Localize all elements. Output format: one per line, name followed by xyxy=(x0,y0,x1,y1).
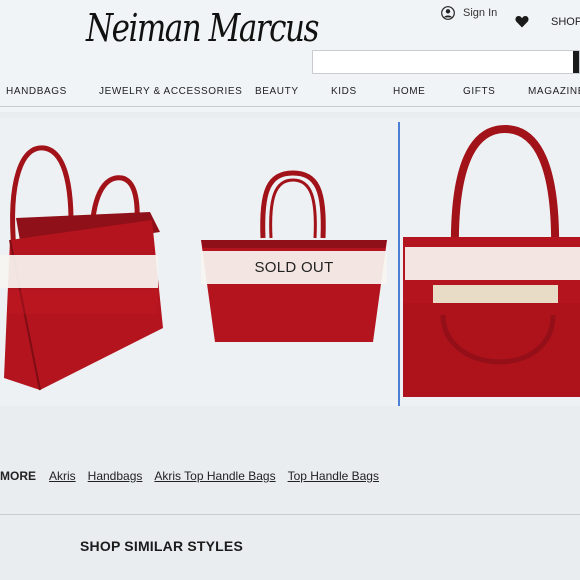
logo[interactable]: Neiman Marcus xyxy=(86,6,319,51)
nav-item-gifts[interactable]: GIFTS xyxy=(463,86,495,97)
breadcrumb-more-label: MORE xyxy=(0,469,36,483)
nav-item-beauty[interactable]: BEAUTY xyxy=(255,86,299,97)
heart-icon[interactable] xyxy=(515,15,529,28)
shopping-bag-link[interactable]: SHOPP xyxy=(551,16,580,28)
sold-out-banner: SOLD OUT xyxy=(201,251,387,284)
search-input[interactable] xyxy=(312,50,580,74)
breadcrumb-link-handbags[interactable]: Handbags xyxy=(88,469,143,483)
main-nav: HANDBAGS JEWELRY & ACCESSORIES BEAUTY KI… xyxy=(0,78,580,106)
nav-item-kids[interactable]: KIDS xyxy=(331,86,357,97)
sold-out-band-right xyxy=(405,247,580,280)
breadcrumb-link-akris[interactable]: Akris xyxy=(49,469,76,483)
shop-similar-heading: SHOP SIMILAR STYLES xyxy=(80,538,244,554)
search-button[interactable] xyxy=(573,51,579,73)
breadcrumb-link-top-handle-bags[interactable]: Top Handle Bags xyxy=(288,469,379,483)
breadcrumb-link-akris-top-handle-bags[interactable]: Akris Top Handle Bags xyxy=(154,469,275,483)
site-header: Neiman Marcus Sign In SHOPP HANDBAGS JEW… xyxy=(0,0,580,112)
sold-out-band-left xyxy=(0,255,158,288)
breadcrumb: MORE Akris Handbags Akris Top Handle Bag… xyxy=(0,466,391,486)
nav-divider xyxy=(0,106,580,107)
sign-in-label: Sign In xyxy=(463,7,498,19)
sold-out-label: SOLD OUT xyxy=(254,259,334,276)
nav-item-handbags[interactable]: HANDBAGS xyxy=(6,86,67,97)
nav-item-magazine[interactable]: MAGAZINE xyxy=(528,86,580,97)
user-icon xyxy=(441,6,455,20)
nav-item-jewelry-accessories[interactable]: JEWELRY & ACCESSORIES xyxy=(99,86,242,97)
sign-in-link[interactable]: Sign In xyxy=(441,6,497,20)
section-divider xyxy=(0,514,580,515)
image-selection-divider xyxy=(398,122,400,406)
nav-item-home[interactable]: HOME xyxy=(393,86,425,97)
